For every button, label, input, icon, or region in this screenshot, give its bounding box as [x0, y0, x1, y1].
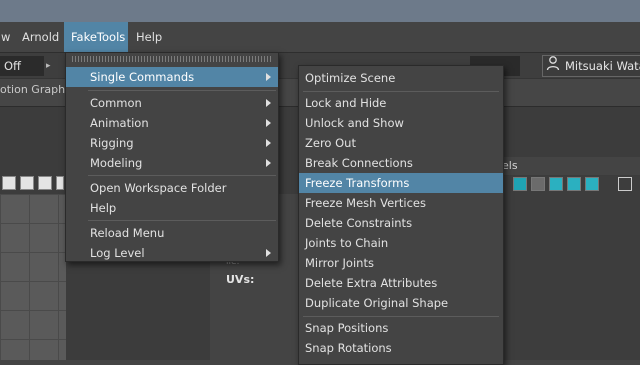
- cube-icon[interactable]: [618, 177, 632, 191]
- menu-separator: [88, 220, 276, 221]
- checker-icon[interactable]: [567, 177, 581, 191]
- tear-off-handle[interactable]: [72, 56, 272, 62]
- off-dropdown[interactable]: Off: [0, 56, 44, 76]
- menu-item-snap-rotations[interactable]: Snap Rotations: [299, 338, 503, 358]
- select-icon[interactable]: [38, 176, 52, 190]
- menu-item-help[interactable]: Help: [66, 198, 278, 218]
- menu-item-faketools[interactable]: FakeTools: [64, 22, 128, 52]
- motion-graph-label[interactable]: otion Graph: [0, 83, 65, 96]
- toolbar-icon[interactable]: [56, 176, 64, 190]
- chevron-right-icon: [266, 99, 271, 107]
- menu-item-duplicate-original-shape[interactable]: Duplicate Original Shape: [299, 293, 503, 313]
- single-commands-submenu: Optimize Scene Lock and Hide Unlock and …: [298, 65, 504, 365]
- menu-separator: [88, 175, 276, 176]
- right-panel: [502, 176, 640, 360]
- menu-item-single-commands[interactable]: Single Commands: [66, 67, 278, 87]
- user-icon: [546, 56, 560, 71]
- menu-item-rigging[interactable]: Rigging: [66, 133, 278, 153]
- uvs-label: UVs:: [226, 273, 255, 286]
- menu-item-animation[interactable]: Animation: [66, 113, 278, 133]
- menu-item-arnold[interactable]: Arnold: [15, 22, 66, 52]
- menu-item-reload-menu[interactable]: Reload Menu: [66, 223, 278, 243]
- menu-item-help[interactable]: Help: [129, 22, 169, 52]
- chevron-right-icon: [266, 73, 271, 81]
- grid-icon[interactable]: [549, 177, 563, 191]
- window-title-bar: [0, 0, 640, 22]
- menu-item-log-level[interactable]: Log Level: [66, 243, 278, 263]
- chevron-right-icon: [266, 249, 271, 257]
- menu-item-break-connections[interactable]: Break Connections: [299, 153, 503, 173]
- menu-separator: [303, 316, 499, 317]
- panel-title: els: [502, 157, 640, 175]
- menu-item-freeze-transforms[interactable]: Freeze Transforms: [299, 173, 503, 193]
- chevron-right-icon: [266, 159, 271, 167]
- chevron-right-icon: [266, 139, 271, 147]
- menu-item-common[interactable]: Common: [66, 93, 278, 113]
- menu-item-unlock-and-show[interactable]: Unlock and Show: [299, 113, 503, 133]
- shaded-icon[interactable]: [531, 177, 545, 191]
- menu-bar: w Arnold FakeTools Help: [0, 22, 640, 52]
- menu-item-zero-out[interactable]: Zero Out: [299, 133, 503, 153]
- chevron-right-icon: [266, 119, 271, 127]
- menu-item-optimize-scene[interactable]: Optimize Scene: [299, 68, 503, 88]
- frame-icon[interactable]: [20, 176, 34, 190]
- menu-item-delete-extra-attributes[interactable]: Delete Extra Attributes: [299, 273, 503, 293]
- menu-item-snap-positions[interactable]: Snap Positions: [299, 318, 503, 338]
- menu-separator: [88, 90, 276, 91]
- menu-item-delete-constraints[interactable]: Delete Constraints: [299, 213, 503, 233]
- text-icon[interactable]: [585, 177, 599, 191]
- menu-item-joints-to-chain[interactable]: Joints to Chain: [299, 233, 503, 253]
- menu-item-mirror-joints[interactable]: Mirror Joints: [299, 253, 503, 273]
- menu-item-modeling[interactable]: Modeling: [66, 153, 278, 173]
- chevron-right-icon[interactable]: ▸: [46, 58, 56, 74]
- menu-item-freeze-mesh-vertices[interactable]: Freeze Mesh Vertices: [299, 193, 503, 213]
- menu-separator: [303, 91, 499, 92]
- uv-viewport-grid[interactable]: [0, 194, 66, 360]
- snap-icon[interactable]: [2, 176, 16, 190]
- display-icon[interactable]: [513, 177, 527, 191]
- menu-item-lock-and-hide[interactable]: Lock and Hide: [299, 93, 503, 113]
- menu-item-open-workspace[interactable]: Open Workspace Folder: [66, 178, 278, 198]
- faketools-menu: Single Commands Common Animation Rigging…: [65, 52, 279, 262]
